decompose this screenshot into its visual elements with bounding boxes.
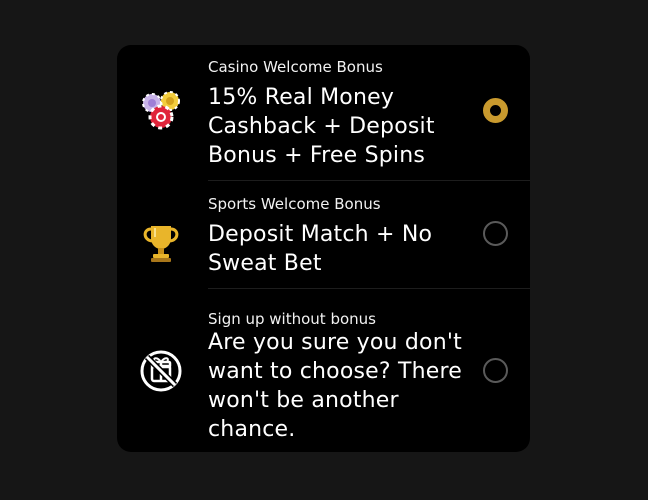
divider [208, 180, 530, 181]
no-bonus-icon [137, 347, 185, 395]
option-description: 15% Real Money Cashback + Deposit Bonus … [208, 85, 435, 168]
radio-casino-selected[interactable] [483, 98, 508, 123]
option-sign-up-without-bonus[interactable]: Sign up without bonus Are you sure you d… [117, 288, 530, 452]
option-label: Sports Welcome Bonus [208, 195, 381, 213]
option-description: Deposit Match + No Sweat Bet [208, 222, 433, 276]
bonus-selection-panel: Casino Welcome Bonus 15% Real Money Cash… [117, 45, 530, 452]
option-casino-welcome-bonus[interactable]: Casino Welcome Bonus 15% Real Money Cash… [117, 45, 530, 180]
option-label: Casino Welcome Bonus [208, 58, 383, 76]
radio-sports-unselected[interactable] [483, 221, 508, 246]
casino-chips-icon [137, 87, 185, 135]
trophy-icon [137, 218, 185, 266]
option-label: Sign up without bonus [208, 310, 376, 328]
divider [208, 288, 530, 289]
option-sports-welcome-bonus[interactable]: Sports Welcome Bonus Deposit Match + No … [117, 180, 530, 288]
option-description: Are you sure you don't want to choose? T… [208, 330, 462, 442]
radio-no-bonus-unselected[interactable] [483, 358, 508, 383]
